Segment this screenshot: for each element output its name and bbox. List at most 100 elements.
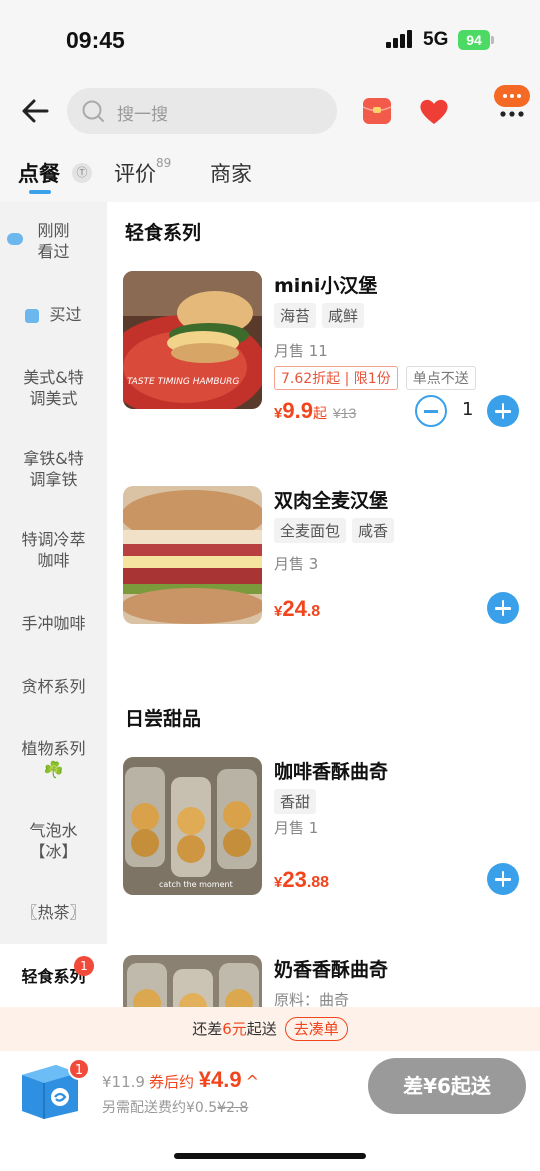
sidebar-item-label: 手冲咖啡	[21, 614, 86, 633]
sidebar-item-cold-brew[interactable]: 特调冷萃 咖啡	[0, 529, 107, 571]
sidebar-item-label: 刚刚	[37, 221, 70, 240]
section-title: 轻食系列	[125, 222, 202, 244]
battery-icon: 94	[458, 30, 494, 50]
gap-suffix: 起送	[246, 1020, 277, 1038]
product-card[interactable]: 奶香香酥曲奇 原料：曲奇	[107, 955, 540, 1010]
product-tag: 香甜	[274, 789, 317, 814]
clover-icon: ☘️	[43, 760, 64, 779]
cart-after-label: 券后约	[148, 1073, 194, 1091]
tab-order[interactable]: 点餐	[18, 158, 60, 188]
tab-merchant[interactable]: 商家	[210, 158, 252, 188]
add-to-cart-button[interactable]	[487, 395, 519, 427]
pin-top-icon[interactable]: Ⓣ	[72, 163, 92, 183]
status-bar: 09:45 5G 94	[0, 0, 540, 80]
reviews-count: 89	[156, 156, 172, 170]
add-to-cart-button[interactable]	[487, 592, 519, 624]
image-caption: catch the moment	[159, 880, 233, 889]
eye-icon	[7, 233, 24, 245]
product-image-sandwich	[123, 486, 262, 624]
decrease-quantity-button[interactable]	[415, 395, 447, 427]
sidebar-item-label: 【冰】	[29, 842, 78, 861]
section-title: 日尝甜品	[125, 708, 202, 730]
store-tabs: 点餐 Ⓣ 评价89 商家	[0, 150, 540, 202]
sidebar-item-hot-tea[interactable]: 〖热茶〗	[0, 902, 107, 923]
sidebar-item-plant[interactable]: 植物系列 ☘️	[0, 738, 107, 780]
cart-original-price: ¥11.9	[102, 1073, 145, 1091]
price-decimal: .88	[306, 874, 330, 891]
tab-reviews-label: 评价	[114, 162, 156, 186]
product-tag: 咸香	[352, 518, 395, 543]
more-menu-icon[interactable]	[492, 83, 532, 123]
add-to-cart-button[interactable]	[487, 863, 519, 895]
product-card[interactable]: TASTE TIMING HAMBURG mini小汉堡 海苔 咸鲜 月售 11…	[107, 271, 540, 431]
image-caption: TASTE TIMING HAMBURG	[127, 377, 239, 387]
sidebar-item-label: 〖热茶〗	[21, 903, 86, 922]
sidebar-item-recently-viewed[interactable]: 刚刚 看过	[0, 220, 107, 268]
back-arrow-icon[interactable]	[18, 94, 52, 128]
monthly-sales: 月售 3	[274, 555, 319, 573]
sidebar-item-pour-over[interactable]: 手冲咖啡	[0, 613, 107, 634]
search-placeholder: 搜一搜	[117, 105, 168, 125]
product-name: mini小汉堡	[274, 275, 378, 297]
search-input[interactable]: 搜一搜	[67, 88, 337, 134]
product-price: ¥23.88	[274, 867, 329, 893]
gap-amount: 6元	[222, 1020, 247, 1038]
red-packet-icon[interactable]	[362, 96, 392, 126]
sidebar-item-label: 调美式	[29, 389, 78, 408]
delivery-fee-original: ¥2.8	[217, 1100, 249, 1116]
no-single-delivery-badge: 单点不送	[405, 366, 476, 390]
product-price: ¥24.8	[274, 596, 320, 622]
cart-price: ¥11.9 券后约 ¥4.9 ^	[102, 1067, 259, 1093]
sidebar-item-light-meal[interactable]: 轻食系列 1	[0, 944, 107, 1010]
sidebar-item-americano[interactable]: 美式&特 调美式	[0, 367, 107, 409]
product-image-cookies: catch the moment	[123, 757, 262, 895]
sidebar-item-purchased[interactable]: 买过	[0, 304, 107, 325]
monthly-sales: 月售 11	[274, 342, 328, 360]
sidebar-item-label: 贪杯系列	[21, 677, 86, 696]
quantity-value: 1	[462, 399, 474, 420]
network-label: 5G	[423, 29, 449, 50]
original-price: ¥13	[332, 405, 357, 421]
product-card[interactable]: 双肉全麦汉堡 全麦面包 咸香 月售 3 ¥24.8	[107, 486, 540, 626]
cart-after-price: ¥4.9	[198, 1067, 242, 1092]
cart-bar: 1 ¥11.9 券后约 ¥4.9 ^ 另需配送费约¥0.5¥2.8 差¥6起送	[0, 1051, 540, 1171]
chevron-up-icon[interactable]: ^	[246, 1072, 259, 1091]
product-card[interactable]: catch the moment 咖啡香酥曲奇 香甜 月售 1 ¥23.88	[107, 757, 540, 897]
cart-count-badge: 1	[68, 1058, 90, 1080]
product-tag: 咸鲜	[322, 303, 365, 328]
gap-prefix: 还差	[192, 1020, 223, 1038]
sidebar-item-tanbei[interactable]: 贪杯系列	[0, 676, 107, 697]
checkout-button[interactable]: 差¥6起送	[368, 1058, 526, 1114]
product-tags: 全麦面包 咸香	[274, 518, 395, 543]
product-list: 轻食系列 TASTE TIMING HAMBURG mini小汉堡 海苔 咸鲜 …	[107, 202, 540, 1010]
sidebar-item-label: 看过	[37, 242, 70, 261]
delivery-fee: 另需配送费约¥0.5¥2.8	[102, 1097, 248, 1117]
sidebar-item-latte[interactable]: 拿铁&特 调拿铁	[0, 448, 107, 490]
product-tags: 香甜	[274, 789, 317, 814]
price-suffix: 起	[312, 405, 327, 421]
tab-merchant-label: 商家	[210, 162, 252, 186]
product-name: 咖啡香酥曲奇	[274, 761, 389, 783]
price-value: 9.9	[282, 398, 313, 423]
category-sidebar: 刚刚 看过 买过 美式&特 调美式 拿铁&特 调拿铁 特调冷萃 咖啡 手冲咖啡 …	[0, 202, 107, 1010]
status-time: 09:45	[66, 27, 125, 53]
sidebar-item-label: 特调冷萃	[21, 530, 86, 549]
sidebar-item-sparkling[interactable]: 气泡水 【冰】	[0, 820, 107, 862]
tab-reviews[interactable]: 评价89	[114, 156, 172, 188]
search-icon	[82, 100, 104, 122]
product-tag: 海苔	[274, 303, 317, 328]
tab-active-indicator	[29, 190, 51, 194]
add-more-button[interactable]: 去凑单	[284, 1017, 348, 1041]
discount-badge: 7.62折起 | 限1份	[274, 366, 398, 390]
top-nav: 搜一搜	[0, 80, 540, 150]
sidebar-item-label: 植物系列	[21, 739, 86, 758]
price-decimal: .8	[306, 603, 321, 620]
favorite-heart-icon[interactable]	[418, 96, 450, 126]
signal-icon	[386, 30, 416, 48]
category-count-badge: 1	[74, 956, 94, 976]
product-name: 奶香香酥曲奇	[274, 959, 389, 981]
home-indicator	[174, 1153, 366, 1159]
price-value: 23	[282, 867, 307, 892]
sidebar-item-label: 买过	[49, 305, 82, 324]
product-tags: 海苔 咸鲜	[274, 303, 365, 328]
